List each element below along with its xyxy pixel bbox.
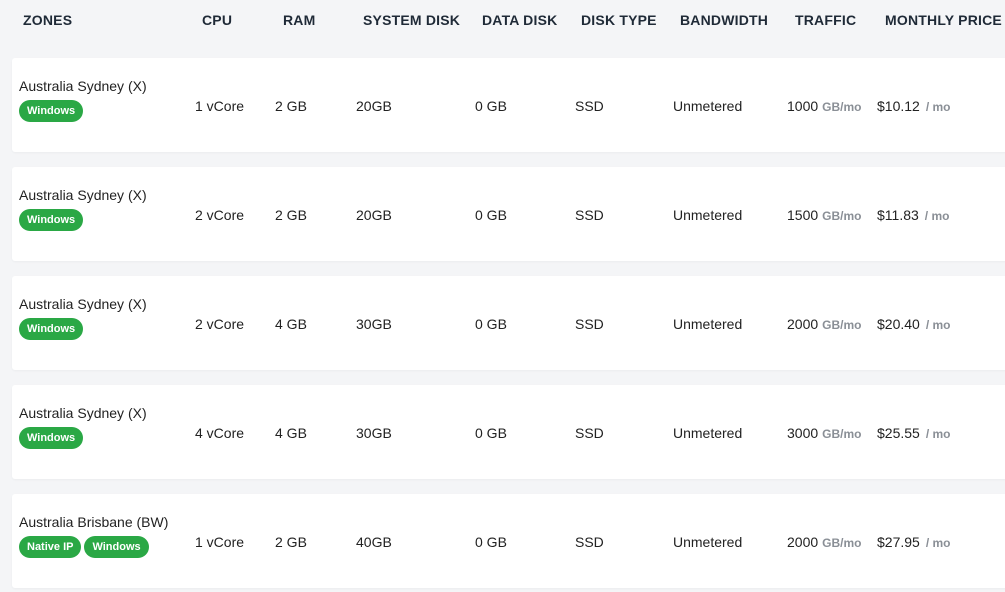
price-cell: $27.95 / mo [877, 534, 951, 550]
system-disk-value: 30GB [356, 425, 392, 441]
system-disk-value: 20GB [356, 207, 392, 223]
native-ip-badge: Native IP [19, 536, 82, 558]
badge-group: Windows [19, 427, 84, 449]
header-data-disk: DATA DISK [482, 12, 558, 28]
badge-group: Windows [19, 100, 84, 122]
traffic-value: 1500 [787, 207, 819, 223]
ram-value: 2 GB [275, 98, 307, 114]
traffic-unit: GB/mo [822, 427, 862, 441]
data-disk-value: 0 GB [475, 534, 507, 550]
table-row[interactable]: Australia Sydney (X) Windows 2 vCore 2 G… [12, 167, 1005, 261]
disk-type-value: SSD [575, 98, 604, 114]
disk-type-value: SSD [575, 534, 604, 550]
ram-value: 2 GB [275, 207, 307, 223]
price-unit: / mo [925, 536, 951, 550]
price-cell: $20.40 / mo [877, 316, 951, 332]
windows-badge: Windows [19, 427, 84, 449]
zone-name: Australia Sydney (X) [19, 405, 147, 421]
cpu-value: 1 vCore [195, 534, 245, 550]
ram-value: 4 GB [275, 425, 307, 441]
table-row[interactable]: Australia Sydney (X) Windows 4 vCore 4 G… [12, 385, 1005, 479]
bandwidth-value: Unmetered [673, 425, 743, 441]
price-unit: / mo [925, 318, 951, 332]
table-row[interactable]: Australia Sydney (X) Windows 2 vCore 4 G… [12, 276, 1005, 370]
header-system-disk: SYSTEM DISK [363, 12, 461, 28]
price-unit: / mo [925, 427, 951, 441]
bandwidth-value: Unmetered [673, 98, 743, 114]
traffic-value: 2000 [787, 316, 819, 332]
pricing-table: ZONES CPU RAM SYSTEM DISK DATA DISK DISK… [0, 0, 1005, 592]
badge-group: Windows [19, 318, 84, 340]
disk-type-value: SSD [575, 207, 604, 223]
traffic-cell: 1500 GB/mo [787, 207, 862, 223]
header-cpu: CPU [202, 12, 233, 28]
data-disk-value: 0 GB [475, 316, 507, 332]
price-cell: $10.12 / mo [877, 98, 951, 114]
traffic-unit: GB/mo [822, 536, 862, 550]
system-disk-value: 40GB [356, 534, 392, 550]
header-bandwidth: BANDWIDTH [680, 12, 769, 28]
price-value: $10.12 [877, 98, 920, 114]
table-row[interactable]: Australia Brisbane (BW) Native IP Window… [12, 494, 1005, 588]
price-cell: $25.55 / mo [877, 425, 951, 441]
zone-name: Australia Sydney (X) [19, 187, 147, 203]
price-value: $11.83 [877, 207, 919, 223]
windows-badge: Windows [19, 100, 84, 122]
table-row[interactable]: Australia Sydney (X) Windows 1 vCore 2 G… [12, 58, 1005, 152]
traffic-unit: GB/mo [822, 209, 862, 223]
header-zones: ZONES [23, 12, 73, 28]
disk-type-value: SSD [575, 316, 604, 332]
header-traffic: TRAFFIC [795, 12, 857, 28]
price-unit: / mo [924, 209, 950, 223]
system-disk-value: 30GB [356, 316, 392, 332]
traffic-value: 1000 [787, 98, 819, 114]
data-disk-value: 0 GB [475, 207, 507, 223]
price-value: $25.55 [877, 425, 920, 441]
header-disk-type: DISK TYPE [581, 12, 657, 28]
traffic-cell: 1000 GB/mo [787, 98, 862, 114]
cpu-value: 2 vCore [195, 316, 245, 332]
cpu-value: 2 vCore [195, 207, 245, 223]
traffic-value: 3000 [787, 425, 819, 441]
price-value: $27.95 [877, 534, 920, 550]
header-monthly-price: MONTHLY PRICE [885, 12, 1002, 28]
windows-badge: Windows [19, 209, 84, 231]
data-disk-value: 0 GB [475, 425, 507, 441]
disk-type-value: SSD [575, 425, 604, 441]
price-cell: $11.83 / mo [877, 207, 949, 223]
traffic-cell: 3000 GB/mo [787, 425, 862, 441]
header-ram: RAM [283, 12, 316, 28]
bandwidth-value: Unmetered [673, 316, 743, 332]
ram-value: 2 GB [275, 534, 307, 550]
traffic-value: 2000 [787, 534, 819, 550]
price-value: $20.40 [877, 316, 920, 332]
cpu-value: 4 vCore [195, 425, 245, 441]
price-unit: / mo [925, 100, 951, 114]
windows-badge: Windows [84, 536, 149, 558]
system-disk-value: 20GB [356, 98, 392, 114]
badge-group: Native IP Windows [19, 536, 149, 558]
zone-name: Australia Sydney (X) [19, 296, 147, 312]
zone-name: Australia Sydney (X) [19, 78, 147, 94]
traffic-unit: GB/mo [822, 100, 862, 114]
bandwidth-value: Unmetered [673, 207, 743, 223]
table-header: ZONES CPU RAM SYSTEM DISK DATA DISK DISK… [0, 0, 1005, 42]
cpu-value: 1 vCore [195, 98, 245, 114]
ram-value: 4 GB [275, 316, 307, 332]
traffic-unit: GB/mo [822, 318, 862, 332]
data-disk-value: 0 GB [475, 98, 507, 114]
zone-name: Australia Brisbane (BW) [19, 514, 169, 530]
windows-badge: Windows [19, 318, 84, 340]
bandwidth-value: Unmetered [673, 534, 743, 550]
traffic-cell: 2000 GB/mo [787, 534, 862, 550]
badge-group: Windows [19, 209, 84, 231]
traffic-cell: 2000 GB/mo [787, 316, 862, 332]
